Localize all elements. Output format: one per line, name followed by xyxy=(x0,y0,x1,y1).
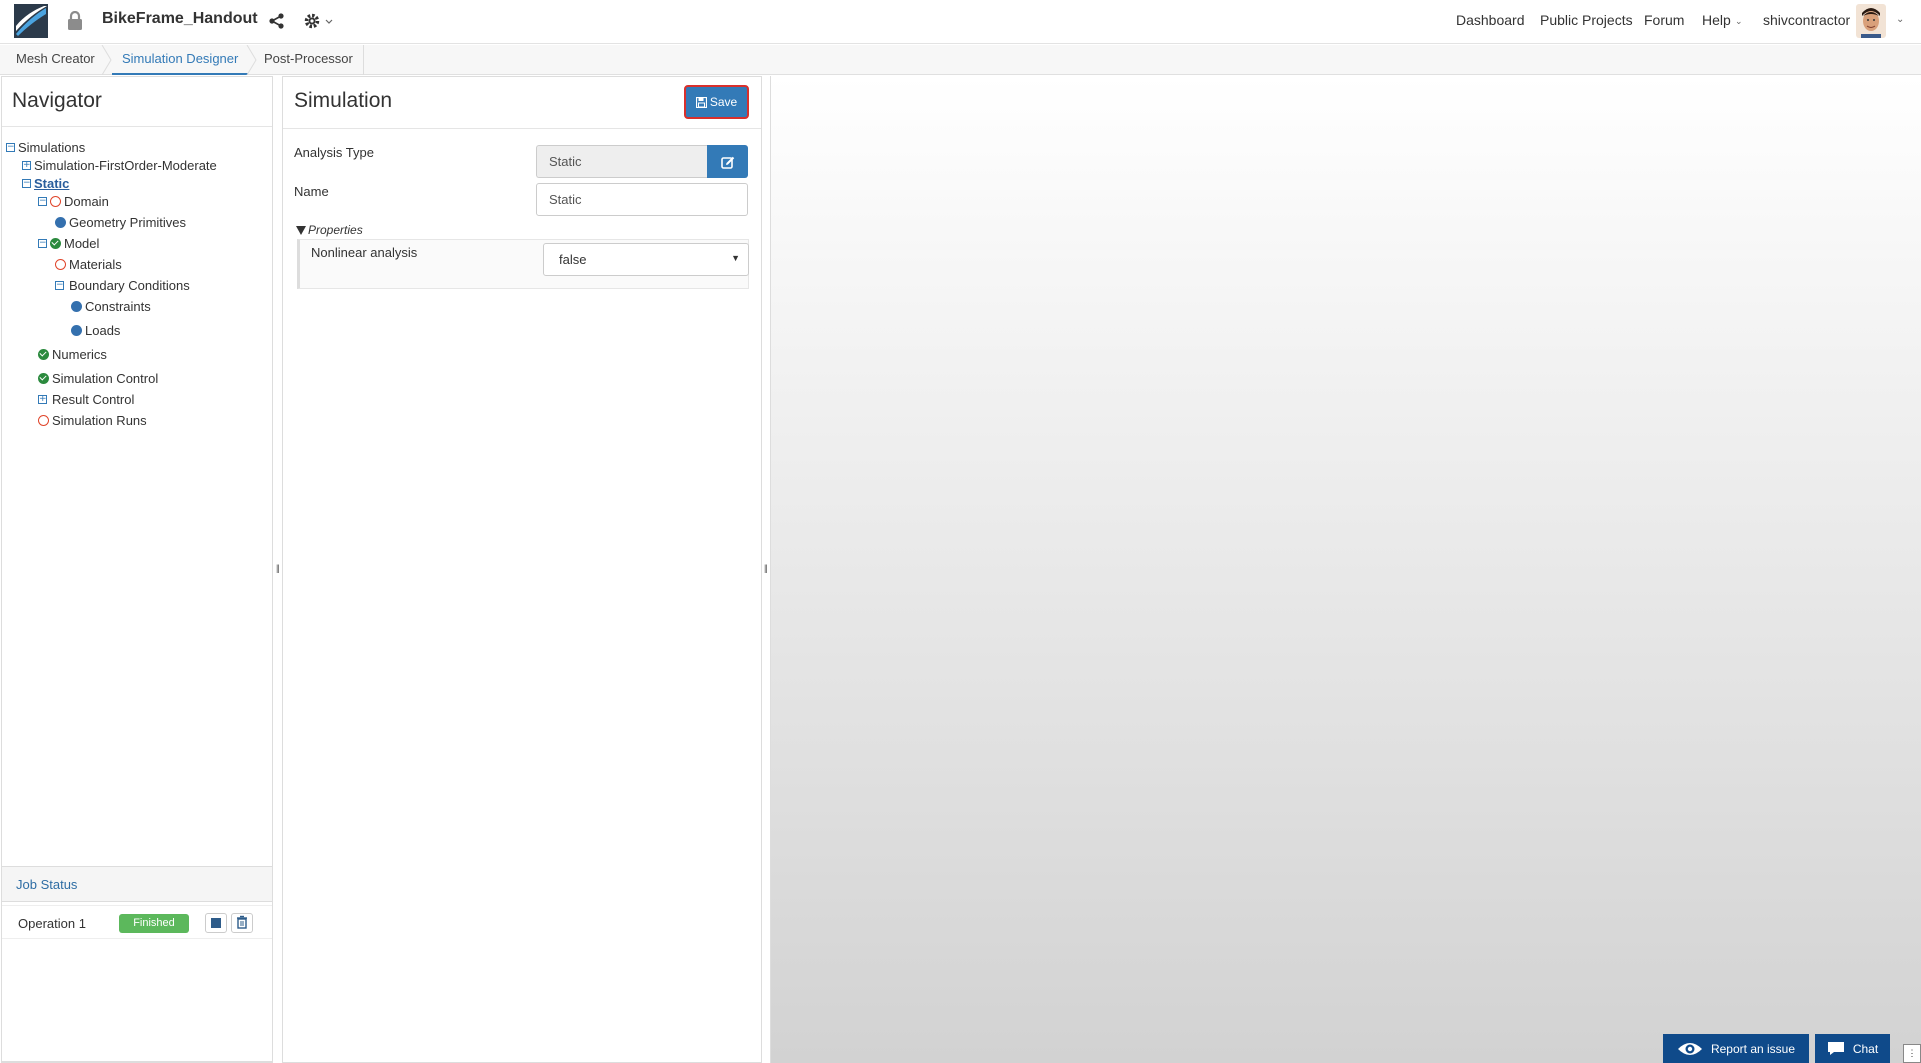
stop-button[interactable] xyxy=(205,913,227,933)
tree-static[interactable]: − Static xyxy=(22,175,69,191)
nav-dashboard[interactable]: Dashboard xyxy=(1456,12,1525,28)
tree-boundary-conditions[interactable]: − Boundary Conditions xyxy=(55,277,190,293)
delete-button[interactable] xyxy=(231,913,253,933)
save-button[interactable]: Save xyxy=(684,85,749,119)
tree-simulations[interactable]: − Simulations xyxy=(6,139,85,155)
tree-materials[interactable]: Materials xyxy=(55,256,122,272)
status-badge: Finished xyxy=(119,914,189,933)
panel-splitter-right[interactable]: || xyxy=(763,76,769,1063)
3d-viewer[interactable] xyxy=(770,76,1921,1063)
tree-model[interactable]: − Model xyxy=(38,235,99,251)
nonlinear-analysis-label: Nonlinear analysis xyxy=(311,245,418,260)
collapse-icon[interactable]: − xyxy=(38,238,47,248)
triangle-down-icon xyxy=(296,225,306,235)
workflow-tabs: Mesh Creator Simulation Designer Post-Pr… xyxy=(0,45,1921,75)
user-chevron-down-icon[interactable]: ⌄ xyxy=(1896,14,1904,25)
tree-constraints[interactable]: Constraints xyxy=(71,298,151,314)
navigator-title: Navigator xyxy=(12,89,102,112)
nav-help[interactable]: Help xyxy=(1702,12,1731,28)
lock-icon[interactable] xyxy=(66,11,84,31)
job-row: Operation 1 Finished xyxy=(2,905,272,939)
tab-divider xyxy=(363,45,364,75)
collapse-icon[interactable]: − xyxy=(38,196,47,206)
tree-sim-firstorder[interactable]: + Simulation-FirstOrder-Moderate xyxy=(22,157,217,173)
edit-analysis-type-button[interactable] xyxy=(707,145,748,178)
trash-icon xyxy=(237,915,247,929)
analysis-type-label: Analysis Type xyxy=(294,145,374,160)
nonlinear-analysis-select[interactable]: false ▼ xyxy=(543,243,749,276)
analysis-type-field: Static xyxy=(536,145,708,178)
expand-icon[interactable]: + xyxy=(22,160,31,170)
help-chevron-down-icon[interactable]: ⌄ xyxy=(1735,16,1743,27)
job-status-panel: Job Status Operation 1 Finished xyxy=(1,866,273,1062)
tree-numerics[interactable]: Numerics xyxy=(38,346,107,362)
simulation-title: Simulation xyxy=(294,89,393,112)
name-input[interactable]: Static xyxy=(536,183,748,216)
tab-post-processor[interactable]: Post-Processor xyxy=(254,45,363,75)
collapse-icon[interactable]: − xyxy=(55,280,64,290)
properties-toggle[interactable]: Properties xyxy=(296,223,363,237)
tree-result-control[interactable]: + Result Control xyxy=(38,391,134,407)
project-title[interactable]: BikeFrame_Handout xyxy=(102,10,258,28)
tree-domain[interactable]: − Domain xyxy=(38,193,109,209)
share-icon[interactable] xyxy=(268,12,286,30)
blue-dot-icon xyxy=(71,324,82,336)
chat-button[interactable]: Chat xyxy=(1815,1034,1890,1063)
stop-square-icon xyxy=(211,918,221,928)
dropdown-arrow-icon: ▼ xyxy=(731,253,740,263)
panel-splitter-left[interactable]: || xyxy=(275,76,281,1063)
expand-icon[interactable]: + xyxy=(38,394,47,404)
operation-name: Operation 1 xyxy=(18,916,86,931)
nav-forum[interactable]: Forum xyxy=(1644,12,1684,28)
settings-gear-icon[interactable] xyxy=(302,10,338,32)
blue-dot-icon xyxy=(71,300,82,312)
tab-mesh-creator[interactable]: Mesh Creator xyxy=(6,45,105,75)
blue-dot-icon xyxy=(55,216,66,228)
edit-icon xyxy=(720,156,734,169)
nonlinear-analysis-value: false xyxy=(559,252,587,267)
corner-menu-button[interactable]: ⋮ xyxy=(1903,1044,1921,1063)
tree-geometry-primitives[interactable]: Geometry Primitives xyxy=(55,214,186,230)
tree-simulation-runs[interactable]: Simulation Runs xyxy=(38,412,147,428)
app-logo-icon[interactable] xyxy=(14,4,48,38)
splitter-grip-icon[interactable]: || xyxy=(764,563,768,573)
incomplete-status-icon xyxy=(38,414,49,426)
name-label: Name xyxy=(294,184,329,199)
tab-simulation-designer[interactable]: Simulation Designer xyxy=(112,45,249,75)
job-status-title: Job Status xyxy=(2,867,272,902)
navigator-divider xyxy=(2,126,272,127)
floppy-disk-icon xyxy=(695,96,707,108)
splitter-grip-icon[interactable]: || xyxy=(276,563,280,573)
tree-loads[interactable]: Loads xyxy=(71,322,120,338)
collapse-icon[interactable]: − xyxy=(22,178,31,188)
incomplete-status-icon xyxy=(50,195,61,207)
chat-bubble-icon xyxy=(1827,1042,1844,1055)
nav-public-projects[interactable]: Public Projects xyxy=(1540,12,1633,28)
top-bar: BikeFrame_Handout Dashboard Public Proje… xyxy=(0,0,1921,44)
user-avatar[interactable] xyxy=(1856,4,1886,38)
incomplete-status-icon xyxy=(55,258,66,270)
eye-icon xyxy=(1677,1042,1702,1055)
simulation-divider xyxy=(283,128,761,129)
nav-username[interactable]: shivcontractor xyxy=(1763,12,1850,28)
complete-check-icon xyxy=(38,348,49,360)
collapse-icon[interactable]: − xyxy=(6,142,15,152)
tree-simulation-control[interactable]: Simulation Control xyxy=(38,370,158,386)
complete-check-icon xyxy=(50,237,61,249)
complete-check-icon xyxy=(38,372,49,384)
report-issue-button[interactable]: Report an issue xyxy=(1663,1034,1809,1063)
simulation-panel: Simulation Save Analysis Type Static Nam… xyxy=(282,76,762,1063)
